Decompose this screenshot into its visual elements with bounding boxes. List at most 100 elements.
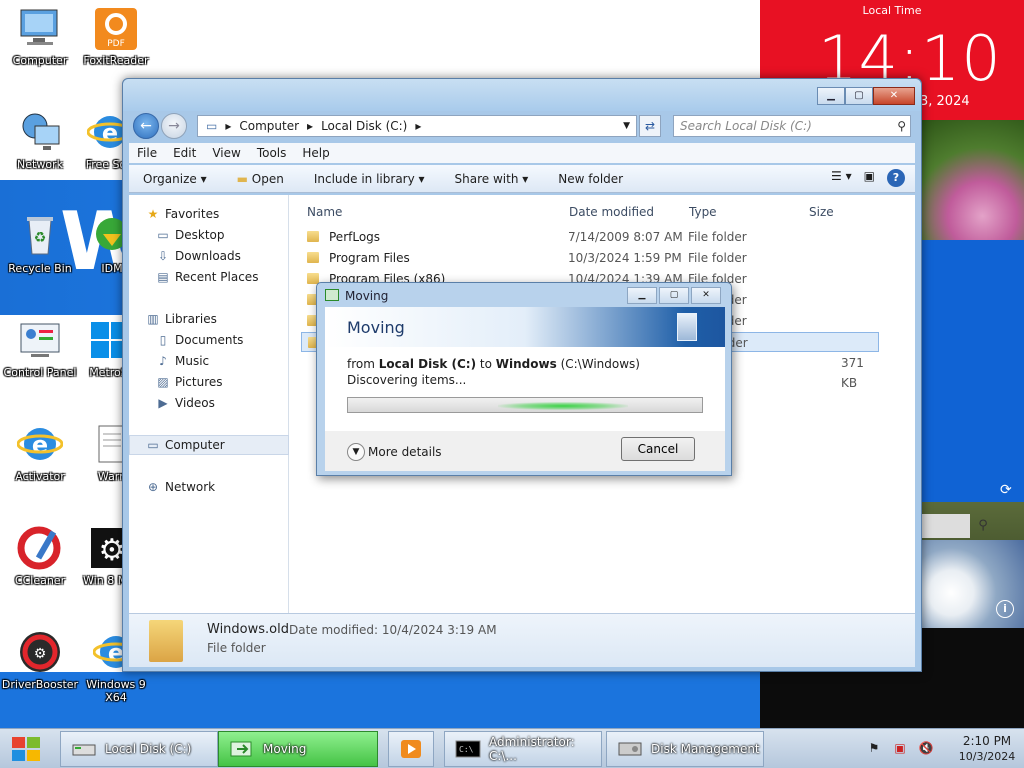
move-destination[interactable]: Windows [496, 357, 557, 371]
column-header-name[interactable]: Name [307, 205, 342, 219]
more-details-link[interactable]: More details [368, 445, 442, 459]
library-icon: ▥ [147, 312, 159, 326]
taskbar-item-local-disk[interactable]: Local Disk (C:) [60, 731, 218, 767]
nav-favorites[interactable]: ★ Favorites [145, 205, 220, 223]
help-icon[interactable]: ? [887, 169, 905, 187]
folder-icon [149, 620, 183, 662]
desktop-icon-computer[interactable]: Computer [0, 6, 80, 67]
search-icon[interactable]: ⚲ [897, 116, 906, 136]
menu-view[interactable]: View [204, 146, 248, 160]
nav-music[interactable]: ♪ Music [155, 352, 209, 370]
star-icon: ★ [147, 207, 159, 221]
desktop-icon-foxitreader[interactable]: PDF FoxitReader [76, 6, 156, 67]
recent-places-icon: ▤ [157, 270, 169, 284]
info-icon[interactable]: i [996, 600, 1014, 618]
move-source-destination: from Local Disk (C:) to Windows (C:\Wind… [347, 357, 640, 371]
minimize-button[interactable]: ▁ [817, 87, 845, 105]
menu-help[interactable]: Help [294, 146, 337, 160]
menu-tools[interactable]: Tools [249, 146, 295, 160]
svg-text:C:\: C:\ [459, 745, 474, 754]
tray-clock-date[interactable]: 10/3/2024 [952, 750, 1022, 763]
table-row[interactable]: PerfLogs 7/14/2009 8:07 AM File folder [301, 227, 879, 247]
share-with-button[interactable]: Share with ▾ [455, 172, 529, 186]
recycle-bin-icon: ♻ [16, 214, 64, 258]
details-date-modified: Date modified: 10/4/2024 3:19 AM [289, 623, 497, 637]
desktop-icon: ▭ [157, 228, 169, 242]
chevron-down-icon[interactable]: ▼ [623, 121, 630, 131]
dialog-close-button[interactable]: ✕ [691, 287, 721, 304]
back-button[interactable]: ← [133, 113, 159, 139]
breadcrumb-computer[interactable]: Computer [239, 119, 299, 133]
desktop-icon-ccleaner[interactable]: CCleaner [0, 526, 80, 587]
documents-icon: ▯ [159, 333, 167, 347]
nav-downloads[interactable]: ⇩ Downloads [155, 247, 241, 265]
column-header-date-modified[interactable]: Date modified [569, 205, 654, 219]
move-source[interactable]: Local Disk (C:) [379, 357, 476, 371]
menu-edit[interactable]: Edit [165, 146, 204, 160]
explorer-titlebar[interactable]: ▁ ▢ ✕ [123, 79, 921, 111]
search-icon[interactable]: ⚲ [972, 514, 994, 538]
refresh-button[interactable]: ⇄ [639, 115, 661, 137]
breadcrumb-separator: ▸ [307, 119, 314, 133]
nav-libraries[interactable]: ▥ Libraries [145, 310, 217, 328]
desktop-icon-network[interactable]: Network [0, 110, 80, 171]
dialog-minimize-button[interactable]: ▁ [627, 287, 657, 304]
desktop-icon-control-panel[interactable]: Control Panel [0, 318, 80, 379]
nav-videos[interactable]: ▶ Videos [155, 394, 215, 412]
nav-recent-places[interactable]: ▤ Recent Places [155, 268, 258, 286]
desktop-icon-activator[interactable]: e Activator [0, 422, 80, 483]
view-options-icon[interactable]: ☰ ▾ [831, 169, 852, 187]
nav-pictures[interactable]: ▨ Pictures [155, 373, 222, 391]
forward-button[interactable]: → [161, 113, 187, 139]
foxit-pdf-icon: PDF [92, 6, 140, 50]
taskbar-item-admin-cmd[interactable]: C:\ Administrator: C:\... [444, 731, 602, 767]
column-headers: Name Date modified Type Size [289, 201, 915, 225]
taskbar-item-media-player[interactable] [388, 731, 434, 767]
svg-text:♻: ♻ [34, 230, 47, 246]
network-status-icon[interactable]: ▣ [892, 741, 908, 757]
table-row[interactable]: Program Files 10/3/2024 1:59 PM File fol… [301, 248, 879, 268]
start-button[interactable] [6, 733, 46, 765]
nav-network[interactable]: ⊕ Network [145, 478, 215, 496]
dialog-maximize-button[interactable]: ▢ [659, 287, 689, 304]
metro-search-box[interactable] [920, 514, 970, 538]
folder-icon [307, 231, 319, 242]
windows-logo-icon [12, 737, 40, 761]
preview-pane-icon[interactable]: ▣ [864, 169, 875, 187]
flag-icon[interactable]: ⚑ [866, 741, 882, 757]
svg-text:PDF: PDF [107, 39, 125, 49]
column-header-size[interactable]: Size [809, 205, 834, 219]
blue-tile[interactable] [920, 240, 1024, 502]
taskbar-item-moving[interactable]: Moving [218, 731, 378, 767]
search-input[interactable]: Search Local Disk (C:) ⚲ [673, 115, 911, 137]
dialog-heading: Moving [347, 318, 405, 337]
new-folder-button[interactable]: New folder [558, 172, 623, 186]
include-in-library-button[interactable]: Include in library ▾ [314, 172, 425, 186]
dialog-footer: ▼ More details Cancel [325, 431, 725, 471]
desktop-icon-driverbooster[interactable]: ⚙ DriverBooster [0, 630, 80, 691]
system-tray: ⚑ ▣ 🔇 2:10 PM 10/3/2024 [860, 729, 1024, 768]
volume-muted-icon[interactable]: 🔇 [918, 741, 934, 757]
nav-desktop[interactable]: ▭ Desktop [155, 226, 224, 244]
breadcrumb-local-disk[interactable]: Local Disk (C:) [321, 119, 407, 133]
open-button[interactable]: ▬ Open [237, 172, 284, 186]
nav-computer[interactable]: ▭ Computer [145, 436, 224, 454]
breadcrumb-separator: ▸ [225, 119, 232, 133]
address-bar[interactable]: ▭ ▸ Computer ▸ Local Disk (C:) ▸ ▼ [197, 115, 637, 137]
dialog-titlebar[interactable]: Moving ▁ ▢ ✕ [317, 283, 731, 309]
cancel-button[interactable]: Cancel [621, 437, 695, 461]
details-name: Windows.old [207, 622, 289, 637]
column-header-type[interactable]: Type [689, 205, 717, 219]
photo-tile-butterfly[interactable] [920, 120, 1024, 240]
desktop-icon-recycle-bin[interactable]: ♻ Recycle Bin [0, 214, 80, 275]
chevron-down-icon[interactable]: ▼ [347, 443, 365, 461]
refresh-icon[interactable]: ⟳ [1000, 482, 1012, 498]
taskbar-item-disk-management[interactable]: Disk Management [606, 731, 764, 767]
tray-clock-time[interactable]: 2:10 PM [952, 734, 1022, 748]
maximize-button[interactable]: ▢ [845, 87, 873, 105]
organize-button[interactable]: Organize ▾ [143, 172, 207, 186]
close-button[interactable]: ✕ [873, 87, 915, 105]
nav-documents[interactable]: ▯ Documents [155, 331, 244, 349]
menu-file[interactable]: File [129, 146, 165, 160]
local-time-label: Local Time [862, 4, 922, 17]
